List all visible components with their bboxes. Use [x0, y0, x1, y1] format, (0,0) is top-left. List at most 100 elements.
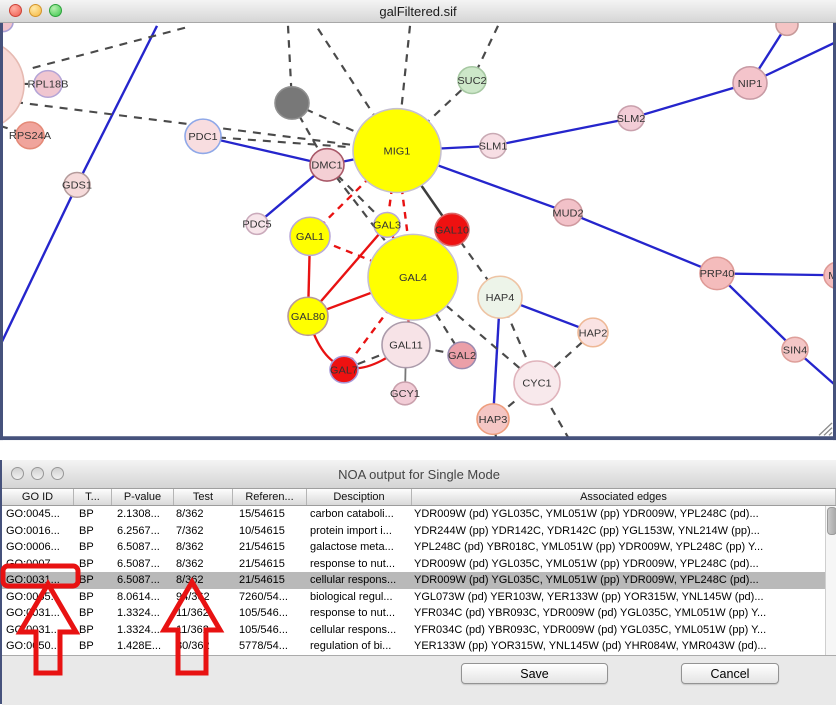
- table-cell: GO:0007...: [2, 556, 74, 573]
- edge-pp[interactable]: [631, 83, 750, 118]
- network-window-titlebar[interactable]: galFiltered.sif: [0, 0, 836, 23]
- table-cell: 8/362: [174, 539, 233, 556]
- close-button[interactable]: [11, 467, 24, 480]
- node-label-SLM2: SLM2: [617, 113, 646, 125]
- zoom-button[interactable]: [49, 4, 62, 17]
- table-cell: 7260/54...: [233, 589, 307, 606]
- node-label-MUD2: MUD2: [552, 208, 583, 220]
- table-cell: 21/54615: [233, 572, 307, 589]
- table-cell: 6.2567...: [112, 523, 174, 540]
- minimize-button[interactable]: [29, 4, 42, 17]
- table-row[interactable]: GO:0031...BP1.3324...11/362105/546...res…: [2, 605, 836, 622]
- table-cell: BP: [74, 539, 112, 556]
- table-body: GO:0045...BP2.1308...8/36215/54615carbon…: [2, 506, 836, 655]
- node-label-GDS1: GDS1: [62, 180, 92, 192]
- table-cell: BP: [74, 572, 112, 589]
- table-cell: YFR034C (pd) YBR093C, YDR009W (pd) YGL03…: [412, 605, 836, 622]
- node-label-HAP4: HAP4: [486, 292, 515, 304]
- table-cell: GO:0016...: [2, 523, 74, 540]
- node-label-HAP3: HAP3: [479, 414, 508, 426]
- table-cell: 21/54615: [233, 556, 307, 573]
- table-cell: 8.0614...: [112, 589, 174, 606]
- window-frame-bottom: [0, 436, 836, 440]
- table-cell: GO:0006...: [2, 539, 74, 556]
- table-row[interactable]: GO:0016...BP6.2567...7/36210/54615protei…: [2, 523, 836, 540]
- table-row[interactable]: GO:0050...BP1.428E...80/3625778/54...reg…: [2, 638, 836, 655]
- node-label-PDC1: PDC1: [188, 131, 217, 143]
- column-header[interactable]: P-value: [112, 489, 174, 505]
- table-header: GO IDT...P-valueTestReferen...Desciption…: [2, 489, 836, 506]
- table-row[interactable]: GO:0065...BP8.0614...94/3627260/54...bio…: [2, 589, 836, 606]
- node-label-GAL3: GAL3: [373, 220, 401, 232]
- network-window-title: galFiltered.sif: [379, 4, 456, 19]
- table-cell: 6.5087...: [112, 556, 174, 573]
- table-row[interactable]: GO:0007...BP6.5087...8/36221/54615respon…: [2, 556, 836, 573]
- table-cell: 10/54615: [233, 523, 307, 540]
- column-header[interactable]: Associated edges: [412, 489, 836, 505]
- scrollbar-thumb[interactable]: [827, 507, 836, 535]
- column-header[interactable]: Referen...: [233, 489, 307, 505]
- node-label-GAL80: GAL80: [291, 311, 325, 323]
- zoom-button[interactable]: [51, 467, 64, 480]
- table-cell: response to nut...: [307, 556, 412, 573]
- traffic-lights-inactive: [11, 467, 64, 480]
- table-cell: 1.3324...: [112, 605, 174, 622]
- table-cell: 2.1308...: [112, 506, 174, 523]
- column-header[interactable]: Test: [174, 489, 233, 505]
- noa-window-title: NOA output for Single Mode: [338, 467, 500, 482]
- edge-pp[interactable]: [77, 26, 157, 185]
- edge-pd[interactable]: [30, 28, 185, 69]
- table-cell: YGL073W (pd) YER103W, YER133W (pp) YOR31…: [412, 589, 836, 606]
- table-cell: 94/362: [174, 589, 233, 606]
- node-label-GAL11: GAL11: [389, 340, 422, 352]
- save-button[interactable]: Save: [461, 663, 608, 684]
- column-header[interactable]: T...: [74, 489, 112, 505]
- table-cell: BP: [74, 605, 112, 622]
- node-label-PRP40: PRP40: [700, 268, 735, 280]
- column-header[interactable]: Desciption: [307, 489, 412, 505]
- table-cell: 80/362: [174, 638, 233, 655]
- noa-window: NOA output for Single Mode GO IDT...P-va…: [0, 460, 836, 704]
- table-cell: YPL248C (pd) YBR018C, YML051W (pp) YDR00…: [412, 539, 836, 556]
- table-cell: 15/54615: [233, 506, 307, 523]
- node-label-HAP2: HAP2: [579, 327, 608, 339]
- node-label-RPS24A: RPS24A: [9, 130, 52, 142]
- table-cell: YDR009W (pd) YGL035C, YML051W (pp) YDR00…: [412, 506, 836, 523]
- table-cell: BP: [74, 556, 112, 573]
- noa-window-titlebar[interactable]: NOA output for Single Mode: [2, 460, 836, 489]
- table-row[interactable]: GO:0031...BP6.5087...8/36221/54615cellul…: [2, 572, 836, 589]
- node-gray-node[interactable]: [275, 87, 309, 119]
- table-cell: GO:0031...: [2, 605, 74, 622]
- table-row[interactable]: GO:0045...BP2.1308...8/36215/54615carbon…: [2, 506, 836, 523]
- table-cell: 11/362: [174, 605, 233, 622]
- table-cell: GO:0031...: [2, 572, 74, 589]
- node-top-partial[interactable]: [776, 23, 798, 35]
- table-row[interactable]: GO:0031...BP1.3324...11/362105/546...cel…: [2, 622, 836, 639]
- node-label-SUC2: SUC2: [457, 75, 486, 87]
- table-cell: 8/362: [174, 572, 233, 589]
- table-cell: 5778/54...: [233, 638, 307, 655]
- node-label-CYC1: CYC1: [522, 378, 551, 390]
- edge-pp[interactable]: [717, 273, 836, 275]
- resize-grip[interactable]: [819, 423, 832, 435]
- column-header[interactable]: GO ID: [2, 489, 74, 505]
- network-canvas[interactable]: RPL18BRPS24AGDS1PDC1DMC1MIG1PDC5SUC2SLM1…: [0, 23, 836, 461]
- table-cell: 7/362: [174, 523, 233, 540]
- cancel-button[interactable]: Cancel: [681, 663, 779, 684]
- edge-pp[interactable]: [0, 185, 77, 346]
- minimize-button[interactable]: [31, 467, 44, 480]
- table-cell: GO:0031...: [2, 622, 74, 639]
- table-cell: galactose meta...: [307, 539, 412, 556]
- table-cell: biological regul...: [307, 589, 412, 606]
- vertical-scrollbar[interactable]: [825, 506, 836, 655]
- table-row[interactable]: GO:0006...BP6.5087...8/36221/54615galact…: [2, 539, 836, 556]
- button-bar: Save Cancel: [2, 655, 836, 705]
- node-large-left[interactable]: [0, 39, 24, 130]
- node-label-SIN4: SIN4: [783, 345, 807, 357]
- edge-pp[interactable]: [493, 118, 631, 146]
- node-label-GAL1: GAL1: [296, 231, 324, 243]
- node-label-SLM1: SLM1: [479, 141, 508, 153]
- close-button[interactable]: [9, 4, 22, 17]
- edge-pp[interactable]: [568, 212, 717, 273]
- table-cell: 8/362: [174, 506, 233, 523]
